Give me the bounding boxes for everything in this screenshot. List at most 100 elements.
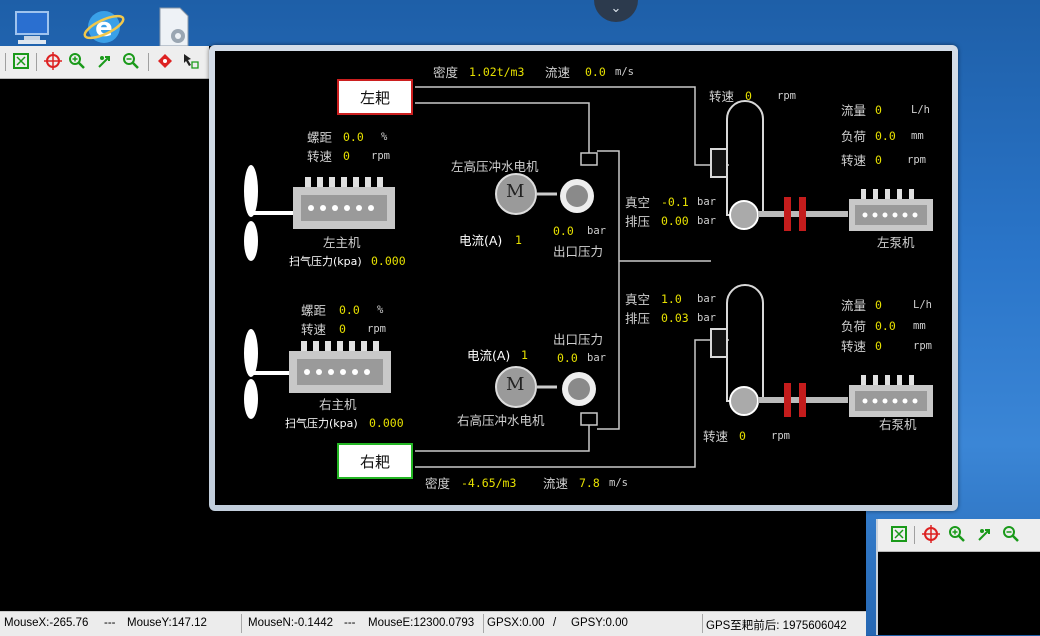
mouse-x-readout: MouseX:-265.76 xyxy=(4,617,89,629)
right-rake-button[interactable]: 右耙 xyxy=(337,443,413,479)
left-pump-engine-graphic xyxy=(849,189,933,231)
right-pump-engine-rpm-value: 0 xyxy=(875,339,882,353)
right-load-value: 0.0 xyxy=(875,319,896,333)
status-bar: MouseX:-265.76 --- MouseY:147.12 MouseN:… xyxy=(0,611,866,636)
internet-explorer-icon[interactable]: e xyxy=(82,6,126,48)
dredging-status-dialog[interactable]: M M 密度 1.02t/m3 流速 0.0 m/s 左耙 右耙 螺距 0.0 … xyxy=(209,45,958,511)
right-flow-unit: L/h xyxy=(913,299,932,311)
left-jet-outlet-label: 出口压力 xyxy=(553,244,604,259)
left-coupling-graphic xyxy=(758,197,848,231)
right-motor-symbol: M xyxy=(506,374,525,395)
bottom-density-label: 密度 xyxy=(425,476,451,491)
left-load-label: 负荷 xyxy=(841,129,867,144)
settings-file-icon[interactable] xyxy=(152,6,196,48)
crosshair-icon[interactable] xyxy=(44,52,62,70)
left-pump-engine-rpm-value: 0 xyxy=(875,153,882,167)
right-jet-outlet-unit: bar xyxy=(587,352,606,364)
left-pitch-unit: % xyxy=(381,131,388,143)
bottom-speed-label: 流速 xyxy=(543,476,569,491)
status-separator: --- xyxy=(104,617,116,629)
left-pump-engine-rpm-unit: rpm xyxy=(907,154,926,166)
fit-extent-icon[interactable] xyxy=(12,52,30,70)
right-pump-rpm-unit: rpm xyxy=(771,430,790,442)
right-pump-rpm-value: 0 xyxy=(739,429,746,443)
right-discharge-label: 排压 xyxy=(625,311,651,326)
right-scavenge-value: 0.000 xyxy=(369,416,404,430)
gps-y-readout: GPSY:0.00 xyxy=(571,617,628,629)
zoom-in-icon[interactable] xyxy=(68,52,86,70)
right-discharge-value: 0.03 xyxy=(661,311,689,325)
left-motor-symbol: M xyxy=(506,181,525,202)
bottom-density-value: -4.65/m3 xyxy=(461,476,517,490)
right-main-engine-graphic xyxy=(289,341,391,393)
right-pump-engine-name: 右泵机 xyxy=(879,417,917,432)
fit-extent-icon[interactable] xyxy=(890,525,908,543)
left-jet-current-value: 1 xyxy=(515,233,522,247)
pan-icon[interactable] xyxy=(976,525,994,543)
bottom-speed-unit: m/s xyxy=(609,477,628,489)
pan-icon[interactable] xyxy=(96,52,114,70)
right-jet-current-label: 电流(A) xyxy=(467,348,511,363)
right-vacuum-unit: bar xyxy=(697,293,716,305)
left-vacuum-label: 真空 xyxy=(625,195,651,210)
right-main-engine-name: 右主机 xyxy=(319,397,357,412)
mouse-y-readout: MouseY:147.12 xyxy=(127,617,207,629)
zoom-out-icon[interactable] xyxy=(122,52,140,70)
right-dredge-pump-graphic xyxy=(710,284,764,402)
computer-icon[interactable] xyxy=(10,6,54,48)
left-scavenge-value: 0.000 xyxy=(371,254,406,268)
left-dredge-pump-graphic xyxy=(710,100,764,216)
right-pitch-unit: % xyxy=(377,304,384,316)
right-engine-rpm-value: 0 xyxy=(339,322,346,336)
right-jet-outlet-label: 出口压力 xyxy=(553,332,604,347)
left-flow-value: 0 xyxy=(875,103,882,117)
top-density-label: 密度 xyxy=(433,65,459,80)
select-arrow-icon[interactable] xyxy=(182,52,200,70)
right-scavenge-label: 扫气压力(kpa) xyxy=(285,417,358,430)
right-jet-motor-name: 右高压冲水电机 xyxy=(457,413,545,428)
left-engine-rpm-label: 转速 xyxy=(307,149,333,164)
bottom-speed-value: 7.8 xyxy=(579,476,600,490)
right-pump-engine-graphic xyxy=(849,375,933,417)
right-vacuum-value: 1.0 xyxy=(661,292,682,306)
right-pitch-value: 0.0 xyxy=(339,303,360,317)
right-pump-engine-rpm-unit: rpm xyxy=(913,340,932,352)
top-speed-unit: m/s xyxy=(615,66,634,78)
gps-x-readout: GPSX:0.00 xyxy=(487,617,545,629)
left-engine-rpm-unit: rpm xyxy=(371,150,390,162)
target-icon[interactable] xyxy=(156,52,174,70)
left-jet-outlet-unit: bar xyxy=(587,225,606,237)
left-discharge-value: 0.00 xyxy=(661,214,689,228)
right-coupling-graphic xyxy=(758,383,848,417)
map-toolbar xyxy=(0,46,209,79)
zoom-in-icon[interactable] xyxy=(948,525,966,543)
mouse-n-readout: MouseN:-0.1442 xyxy=(248,617,334,629)
left-vacuum-value: -0.1 xyxy=(661,195,689,209)
left-flow-label: 流量 xyxy=(841,103,867,118)
left-rake-button[interactable]: 左耙 xyxy=(337,79,413,115)
left-flow-unit: L/h xyxy=(911,104,930,116)
left-jet-current-label: 电流(A) xyxy=(459,233,503,248)
zoom-out-icon[interactable] xyxy=(1002,525,1020,543)
left-load-unit: mm xyxy=(911,130,924,142)
right-engine-rpm-label: 转速 xyxy=(301,322,327,337)
chevron-down-icon[interactable]: ⌄ xyxy=(594,0,638,22)
right-vacuum-label: 真空 xyxy=(625,292,651,307)
right-discharge-unit: bar xyxy=(697,312,716,324)
left-scavenge-label: 扫气压力(kpa) xyxy=(289,255,362,268)
right-jet-outlet-value: 0.0 xyxy=(557,351,578,365)
dredging-diagram-panel: M M 密度 1.02t/m3 流速 0.0 m/s 左耙 右耙 螺距 0.0 … xyxy=(215,51,952,505)
mouse-e-readout: MouseE:12300.0793 xyxy=(368,617,475,629)
right-pump-engine-rpm-label: 转速 xyxy=(841,339,867,354)
right-jet-current-value: 1 xyxy=(521,348,528,362)
left-propeller xyxy=(244,165,293,261)
left-vacuum-unit: bar xyxy=(697,196,716,208)
right-propeller xyxy=(244,329,293,419)
right-engine-rpm-unit: rpm xyxy=(367,323,386,335)
top-speed-label: 流速 xyxy=(545,65,571,80)
left-main-engine-graphic xyxy=(293,177,395,229)
crosshair-icon[interactable] xyxy=(922,525,940,543)
status-separator: --- xyxy=(344,617,356,629)
left-pitch-value: 0.0 xyxy=(343,130,364,144)
right-flow-label: 流量 xyxy=(841,298,867,313)
